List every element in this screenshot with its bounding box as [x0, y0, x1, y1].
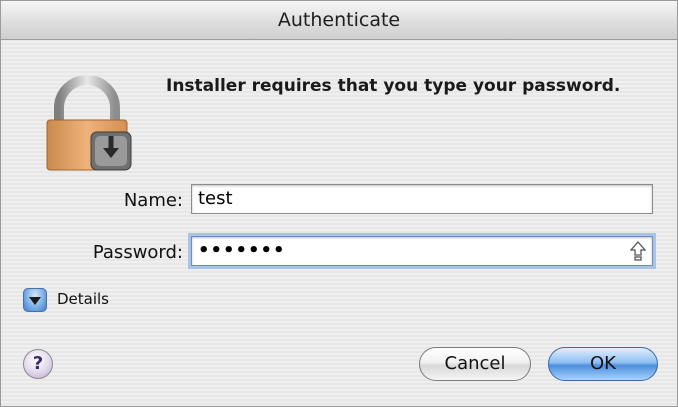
- lock-icon: [46, 76, 132, 171]
- help-button[interactable]: ?: [23, 349, 53, 379]
- password-field-value: •••••••: [198, 240, 286, 261]
- name-field-value: test: [198, 188, 233, 209]
- details-disclosure-button[interactable]: [23, 288, 47, 312]
- password-field[interactable]: •••••••: [191, 236, 653, 266]
- title-bar[interactable]: Authenticate: [1, 1, 677, 40]
- disclosure-triangle-icon: [29, 297, 41, 305]
- name-field[interactable]: test: [191, 184, 653, 214]
- caps-lock-icon: [630, 241, 646, 261]
- password-label: Password:: [92, 242, 183, 263]
- authenticate-dialog: Authenticate Installer requires that you…: [0, 0, 678, 407]
- auth-message: Installer requires that you type your pa…: [166, 76, 621, 96]
- window-title: Authenticate: [277, 9, 401, 31]
- ok-button[interactable]: OK: [548, 347, 658, 381]
- name-label: Name:: [123, 190, 183, 211]
- details-label[interactable]: Details: [57, 290, 109, 308]
- cancel-button[interactable]: Cancel: [419, 347, 531, 381]
